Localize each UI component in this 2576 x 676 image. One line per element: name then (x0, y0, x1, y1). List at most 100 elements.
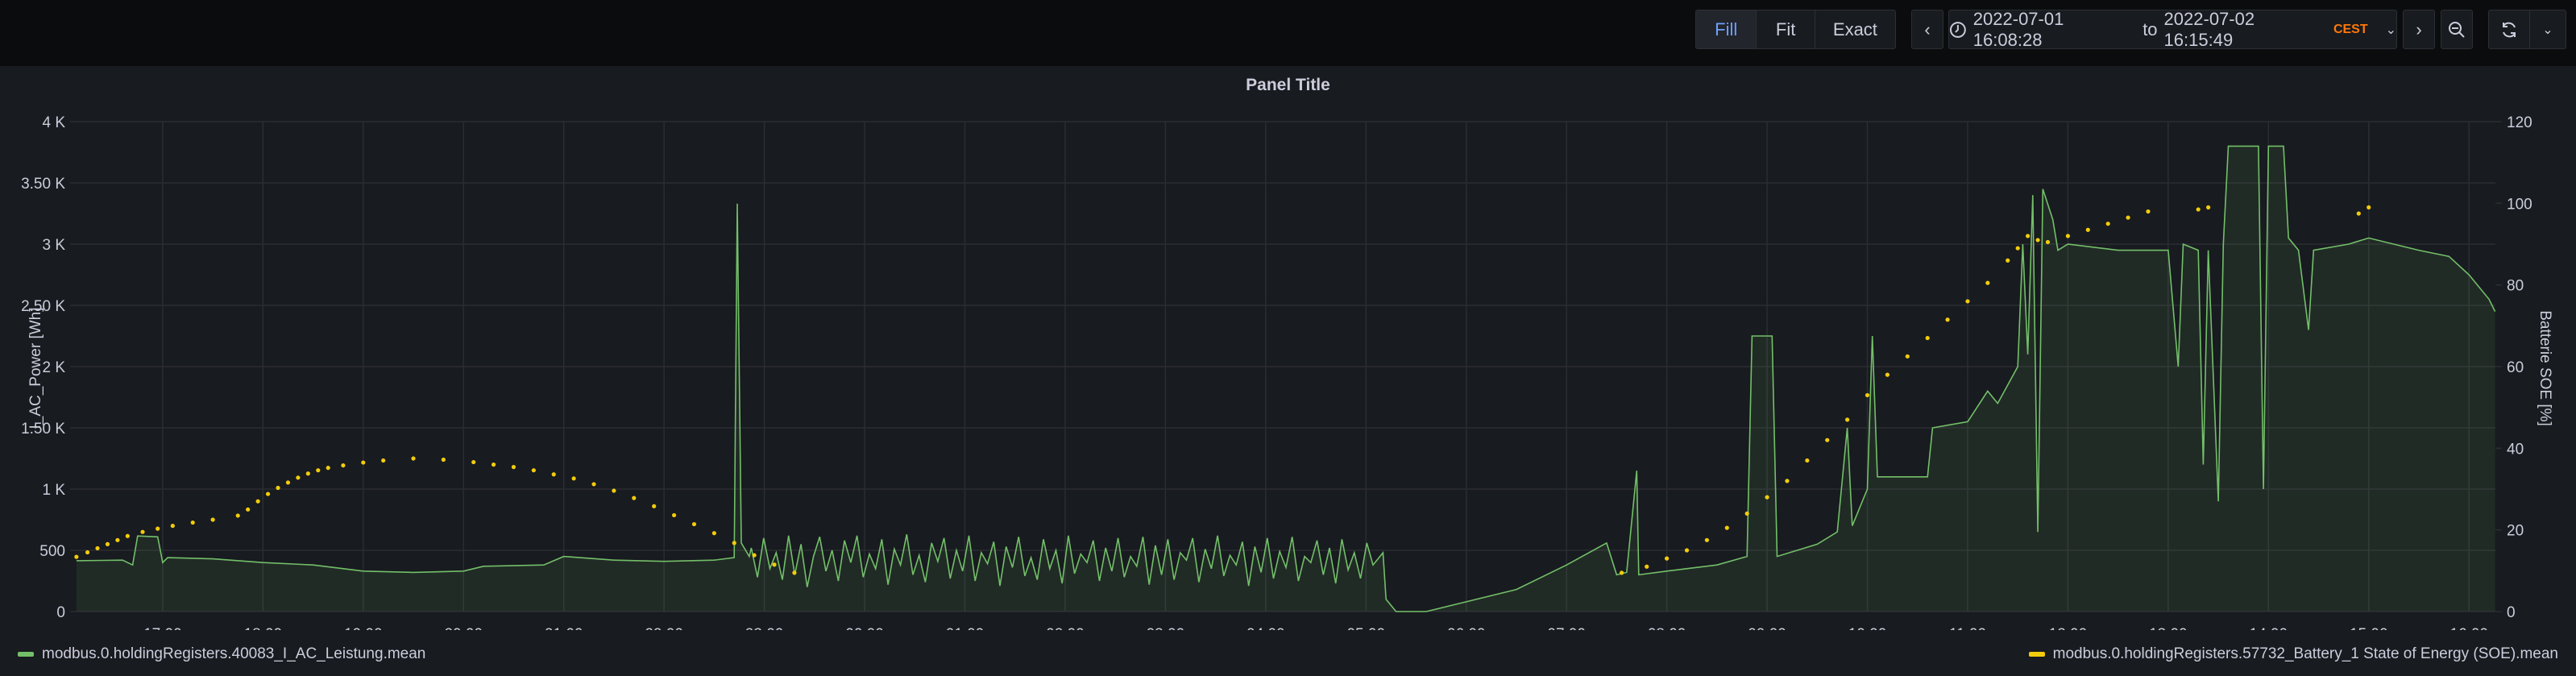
x-tick-label: 03:00 (1147, 626, 1185, 630)
soe-point (2026, 234, 2031, 238)
time-back-button[interactable]: ‹ (1911, 10, 1943, 49)
soe-point (1865, 392, 1870, 398)
exact-button[interactable]: Exact (1815, 10, 1895, 48)
legend-color-swatch (2028, 652, 2045, 657)
x-tick-label: 12:00 (2049, 626, 2088, 630)
graph-panel: Panel Title 17:0018:0019:0020:0021:0022:… (0, 66, 2576, 676)
time-series-chart[interactable]: 17:00 18:00 19:00 20:00 21:00 22:00 23:00 00:00… (0, 66, 2576, 630)
y-right-axis-label: Batterie SOE [%] (2537, 310, 2553, 426)
soe-point (2356, 211, 2361, 216)
soe-point (246, 507, 251, 512)
x-tick-label: 16:00 (2449, 626, 2488, 630)
x-tick-label: 10:00 (1848, 626, 1887, 630)
soe-point (752, 553, 757, 558)
soe-point (711, 531, 716, 536)
soe-point (276, 485, 280, 491)
soe-point (732, 541, 736, 545)
soe-point (296, 475, 301, 480)
fit-button[interactable]: Fit (1757, 10, 1815, 48)
soe-point (235, 513, 240, 518)
soe-point (1684, 548, 1690, 553)
soe-point (1925, 335, 1930, 341)
soe-point (1665, 556, 1670, 561)
x-tick-label: 20:00 (444, 626, 483, 630)
power-fill (76, 146, 2495, 612)
soe-point (125, 533, 130, 538)
zoom-out-icon (2449, 21, 2465, 38)
timezone-badge: CEST (2333, 22, 2368, 36)
x-tick-label: 14:00 (2250, 626, 2288, 630)
chevron-left-icon: ‹ (1924, 19, 1931, 39)
soe-point (1704, 537, 1709, 542)
x-tick-label: 02:00 (1046, 626, 1085, 630)
soe-point (115, 537, 120, 542)
legend-color-swatch (18, 652, 34, 657)
x-tick-label: 09:00 (1748, 626, 1786, 630)
soe-point (190, 520, 195, 525)
x-tick-label: 13:00 (2149, 626, 2188, 630)
refresh-group: ⌄ (2488, 10, 2566, 49)
soe-point (95, 545, 100, 551)
x-tick-label: 06:00 (1447, 626, 1486, 630)
soe-point (1825, 438, 1830, 442)
soe-point (511, 465, 516, 470)
soe-point (265, 491, 271, 496)
soe-point (381, 458, 386, 463)
x-tick-label: 15:00 (2350, 626, 2388, 630)
legend-item-soe[interactable]: modbus.0.holdingRegisters.57732_Battery_… (2028, 645, 2558, 663)
soe-point (2015, 246, 2020, 251)
x-tick-label: 08:00 (1648, 626, 1686, 630)
soe-point (140, 529, 145, 534)
time-forward-button[interactable]: › (2403, 10, 2435, 49)
refresh-interval-dropdown[interactable]: ⌄ (2530, 10, 2566, 48)
y-left-axis-label: I_AC_Power [Wh] (27, 307, 44, 429)
y-left-tick-label: 2 K (42, 359, 65, 376)
soe-point (1945, 317, 1950, 322)
soe-point (652, 504, 657, 508)
power-area (76, 146, 2495, 612)
soe-point (1805, 458, 1810, 463)
chevron-down-icon: ⌄ (2385, 23, 2397, 37)
legend-item-power[interactable]: modbus.0.holdingRegisters.40083_I_AC_Lei… (18, 645, 425, 663)
soe-point (612, 488, 616, 493)
y-right-tick-label: 40 (2507, 441, 2524, 458)
soe-point (1985, 280, 1990, 285)
time-to-word: to (2143, 19, 2158, 39)
soe-point (471, 459, 476, 465)
soe-point (74, 554, 79, 559)
soe-point (1785, 479, 1790, 483)
soe-point (2065, 234, 2071, 238)
x-tick-label: 18:00 (244, 626, 283, 630)
legend-label: modbus.0.holdingRegisters.57732_Battery_… (2052, 645, 2558, 662)
time-range-picker[interactable]: 2022-07-01 16:08:28 to 2022-07-02 16:15:… (1948, 8, 2397, 50)
soe-point (772, 562, 777, 567)
soe-point (1620, 570, 1624, 575)
zoom-out-button[interactable] (2441, 10, 2473, 49)
soe-point (491, 462, 496, 467)
fill-button[interactable]: Fill (1696, 10, 1757, 48)
refresh-button[interactable] (2489, 10, 2530, 48)
y-left-tick-label: 3 K (42, 237, 65, 254)
x-tick-label: 11:00 (1949, 626, 1986, 630)
y-left-tick-label: 0 (56, 604, 65, 621)
clock-icon (1949, 21, 1966, 38)
y-right-tick-label: 100 (2507, 196, 2532, 213)
x-tick-label: 21:00 (545, 626, 583, 630)
refresh-icon (2502, 22, 2516, 37)
soe-point (255, 499, 260, 504)
x-tick-label: 04:00 (1247, 626, 1285, 630)
y-right-tick-label: 80 (2507, 278, 2524, 295)
soe-point (2196, 207, 2201, 212)
x-tick-label: 23:00 (745, 626, 784, 630)
soe-point (341, 463, 346, 468)
y-right-tick-label: 0 (2507, 604, 2516, 621)
display-mode-group: Fill Fit Exact (1695, 10, 1896, 49)
x-tick-label: 05:00 (1346, 626, 1385, 630)
soe-point (2126, 215, 2130, 220)
soe-point (2085, 227, 2090, 232)
y-right-tick-label: 60 (2507, 359, 2524, 376)
soe-point (411, 456, 416, 461)
legend-label: modbus.0.holdingRegisters.40083_I_AC_Lei… (42, 645, 426, 662)
soe-point (2367, 205, 2371, 209)
time-from: 2022-07-01 16:08:28 (1972, 8, 2064, 50)
